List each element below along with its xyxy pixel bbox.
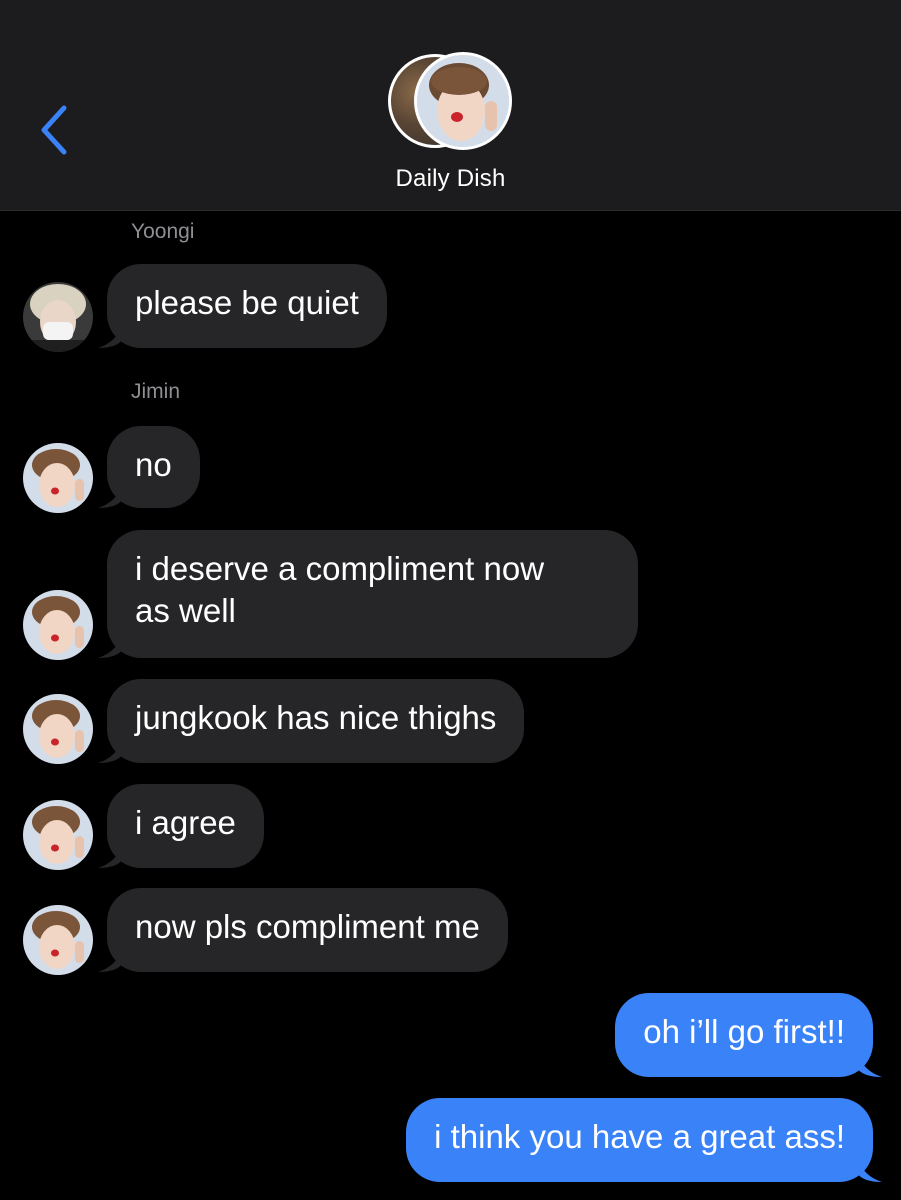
message-bubble-incoming[interactable]: i agree [98,784,264,868]
avatar-jimin[interactable] [23,800,93,870]
avatar-jimin[interactable] [23,443,93,513]
sender-name: Yoongi [131,220,195,243]
message-bubble-incoming[interactable]: please be quiet [98,264,387,348]
avatar-yoongi[interactable] [23,282,93,352]
conversation-header: Daily Dish [0,0,901,211]
message-text: i agree [135,804,236,841]
chevron-left-icon [41,105,67,155]
message-bubble-incoming[interactable]: no [98,426,200,508]
bubble-tail [858,1156,882,1182]
message-bubble-incoming[interactable]: i deserve a compliment now as well [98,530,638,658]
avatar-jimin[interactable] [23,905,93,975]
sender-name: Jimin [131,380,181,403]
group-name[interactable]: Daily Dish [0,165,901,193]
avatar-jimin[interactable] [23,694,93,764]
message-bubble-outgoing[interactable]: oh i’ll go first!! [615,993,882,1077]
bubble-tail [98,842,122,868]
message-bubble-incoming[interactable]: now pls compliment me [98,888,508,972]
bubble-tail [98,946,122,972]
message-text: i think you have a great ass! [434,1118,845,1155]
message-text: oh i’ll go first!! [643,1013,845,1050]
bubble-tail [98,632,122,658]
message-bubble-outgoing[interactable]: i think you have a great ass! [406,1098,882,1182]
group-avatar[interactable] [388,52,513,152]
member-avatar-front [414,52,512,150]
bubble-tail [98,482,122,508]
bubble-tail [98,737,122,763]
bubble-tail [858,1051,882,1077]
message-text-line: as well [135,592,236,629]
message-text: please be quiet [135,284,359,321]
bubble-tail [98,322,122,348]
message-text-line: i deserve a compliment now [135,550,545,587]
back-button[interactable] [30,100,80,160]
message-text: jungkook has nice thighs [135,699,497,736]
message-bubble-incoming[interactable]: jungkook has nice thighs [98,679,525,763]
avatar-jimin[interactable] [23,590,93,660]
message-text: no [135,446,172,483]
message-text: now pls compliment me [135,908,480,945]
